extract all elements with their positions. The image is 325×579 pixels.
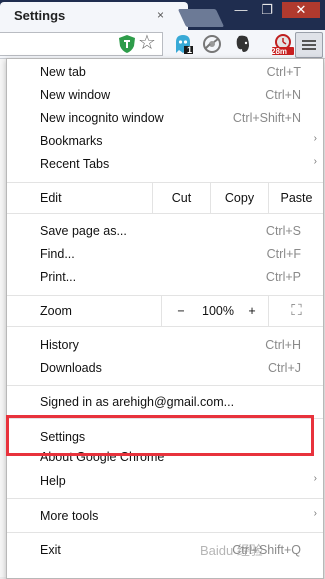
ghostery-badge: 1 bbox=[187, 45, 193, 55]
bookmark-star-icon[interactable]: ☆ bbox=[138, 33, 160, 55]
menu-item-shortcut: Ctrl+H bbox=[265, 338, 301, 352]
menu-item-downloads[interactable]: Downloads Ctrl+J bbox=[7, 357, 323, 380]
menu-item-shortcut: Ctrl+P bbox=[265, 270, 301, 284]
zoom-level: 100% bbox=[202, 304, 234, 318]
zoom-label: Zoom bbox=[40, 304, 72, 318]
chrome-menu: New tab Ctrl+T New window Ctrl+N New inc… bbox=[6, 58, 324, 579]
zoom-in-button[interactable]: + bbox=[237, 296, 267, 326]
submenu-arrow-icon: › bbox=[313, 133, 317, 144]
menu-item-label: Downloads bbox=[40, 361, 102, 375]
menu-divider bbox=[7, 213, 323, 214]
menu-item-find[interactable]: Find... Ctrl+F bbox=[7, 243, 323, 266]
menu-item-shortcut: Ctrl+J bbox=[268, 361, 301, 375]
menu-item-label: New tab bbox=[40, 65, 86, 79]
menu-item-shortcut: Ctrl+S bbox=[265, 224, 301, 238]
menu-item-more-tools[interactable]: More tools › bbox=[7, 505, 323, 528]
new-tab-button[interactable] bbox=[177, 9, 225, 27]
menu-item-label: Help bbox=[40, 474, 66, 488]
menu-item-print[interactable]: Print... Ctrl+P bbox=[7, 266, 323, 289]
menu-item-new-incognito-window[interactable]: New incognito window Ctrl+Shift+N bbox=[7, 107, 323, 130]
menu-item-label: Find... bbox=[40, 247, 75, 261]
baidu-watermark: Baidu 经验 bbox=[200, 543, 263, 558]
menu-item-label: More tools bbox=[40, 509, 99, 523]
menu-divider bbox=[7, 385, 323, 386]
maximize-button[interactable]: ❐ bbox=[256, 2, 278, 18]
menu-item-label: Print... bbox=[40, 270, 77, 284]
menu-item-bookmarks[interactable]: Bookmarks › bbox=[7, 130, 323, 153]
menu-item-shortcut: Ctrl+F bbox=[266, 247, 301, 261]
menu-item-signed-in[interactable]: Signed in as arehigh@gmail.com... bbox=[7, 391, 323, 414]
chrome-menu-button[interactable] bbox=[295, 32, 323, 58]
menu-item-label: Bookmarks bbox=[40, 134, 103, 148]
menu-item-new-tab[interactable]: New tab Ctrl+T bbox=[7, 61, 323, 84]
zoom-out-button[interactable]: − bbox=[161, 296, 200, 326]
menu-item-shortcut: Ctrl+T bbox=[266, 65, 301, 79]
timer-badge: 28m bbox=[271, 47, 288, 56]
menu-divider bbox=[7, 532, 323, 533]
menu-item-recent-tabs[interactable]: Recent Tabs › bbox=[7, 153, 323, 176]
submenu-arrow-icon: › bbox=[313, 473, 317, 484]
menu-item-label: Exit bbox=[40, 543, 61, 557]
evernote-extension-icon[interactable] bbox=[232, 33, 254, 55]
submenu-arrow-icon: › bbox=[313, 508, 317, 519]
menu-item-shortcut: Ctrl+N bbox=[265, 88, 301, 102]
menu-bar-icon bbox=[302, 40, 316, 42]
menu-divider bbox=[7, 326, 323, 327]
tab-title: Settings bbox=[14, 8, 66, 23]
menu-item-label: Save page as... bbox=[40, 224, 127, 238]
zoom-row: Zoom − 100% + ⛶ bbox=[7, 296, 323, 326]
submenu-arrow-icon: › bbox=[313, 156, 317, 167]
menu-item-help[interactable]: Help › bbox=[7, 470, 323, 493]
paste-button[interactable]: Paste bbox=[268, 183, 324, 213]
menu-item-save-page-as[interactable]: Save page as... Ctrl+S bbox=[7, 220, 323, 243]
menu-item-shortcut: Ctrl+Shift+N bbox=[232, 111, 301, 125]
edit-row: Edit Cut Copy Paste bbox=[7, 183, 323, 213]
browser-tab[interactable]: Settings × bbox=[0, 2, 188, 30]
title-bar: Settings × — ❐ ✕ bbox=[0, 0, 325, 30]
menu-item-new-window[interactable]: New window Ctrl+N bbox=[7, 84, 323, 107]
settings-highlight-box bbox=[6, 415, 314, 456]
minimize-button[interactable]: — bbox=[230, 2, 252, 18]
tab-close-icon[interactable]: × bbox=[157, 8, 164, 22]
shield-extension-icon[interactable] bbox=[116, 33, 138, 55]
menu-item-label: New window bbox=[40, 88, 111, 102]
menu-item-label: History bbox=[40, 338, 79, 352]
menu-item-label: Signed in as arehigh@gmail.com... bbox=[40, 395, 235, 409]
menu-item-label: Recent Tabs bbox=[40, 157, 110, 171]
edit-label: Edit bbox=[40, 191, 62, 205]
menu-item-history[interactable]: History Ctrl+H bbox=[7, 334, 323, 357]
fullscreen-icon[interactable]: ⛶ bbox=[268, 296, 324, 326]
menu-bar-icon bbox=[302, 44, 316, 46]
menu-item-label: New incognito window bbox=[40, 111, 164, 125]
sync-extension-icon[interactable] bbox=[201, 33, 223, 55]
toolbar: ☆ 1 28m bbox=[0, 30, 325, 59]
close-window-button[interactable]: ✕ bbox=[282, 2, 320, 18]
menu-bar-icon bbox=[302, 48, 316, 50]
cut-button[interactable]: Cut bbox=[152, 183, 210, 213]
copy-button[interactable]: Copy bbox=[210, 183, 268, 213]
menu-divider bbox=[7, 498, 323, 499]
